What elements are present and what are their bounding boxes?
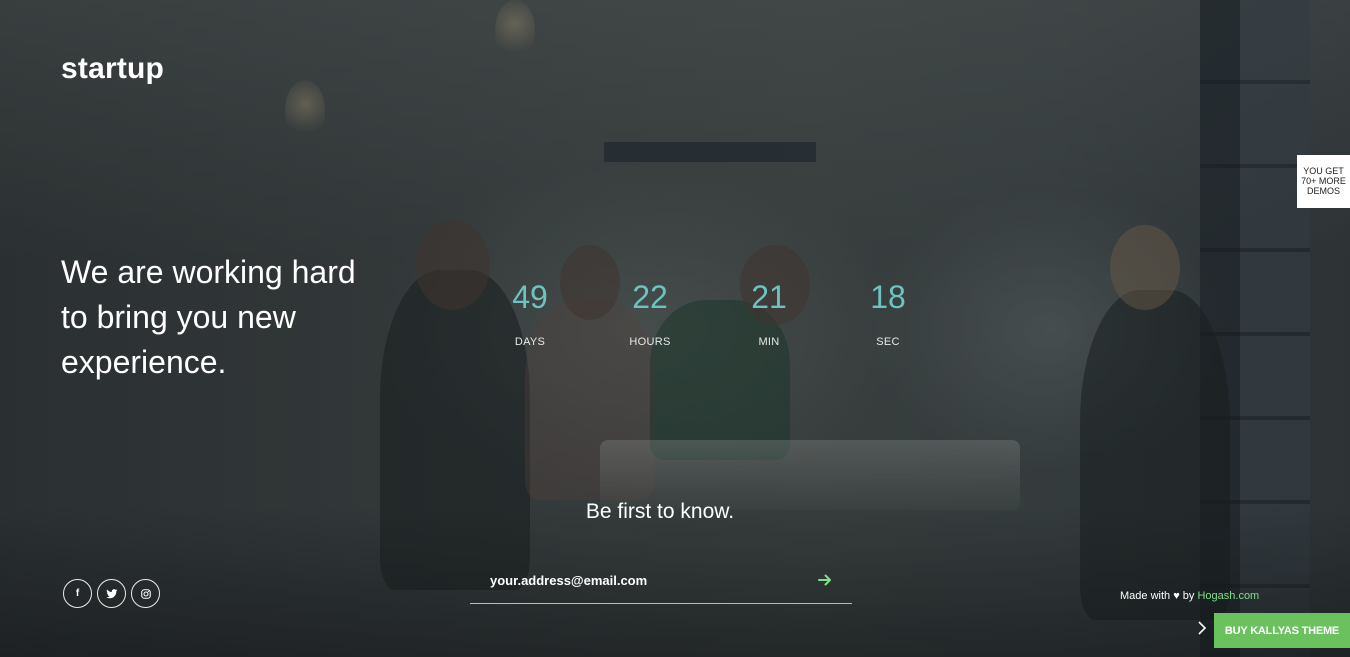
subscribe-tagline: Be first to know. — [585, 500, 735, 523]
social-links: f — [63, 579, 160, 608]
countdown-value: 49 — [512, 279, 548, 315]
instagram-glyph-icon — [140, 588, 151, 599]
chevron-right-icon[interactable] — [1197, 620, 1213, 640]
countdown-value: 21 — [751, 279, 787, 315]
countdown-hours: 22 HOURS — [590, 278, 710, 348]
countdown-seconds: 18 SEC — [828, 278, 948, 348]
demos-line: YOU GET — [1303, 166, 1344, 176]
facebook-icon[interactable]: f — [63, 579, 92, 608]
subscribe-form — [470, 565, 852, 604]
hero-headline: We are working hard to bring you new exp… — [61, 250, 391, 385]
made-with-credit: Made with ♥ by Hogash.com — [1120, 590, 1259, 602]
buy-theme-button[interactable]: BUY KALLYAS THEME — [1214, 613, 1350, 648]
made-with-text: Made with ♥ by — [1120, 590, 1195, 602]
email-input[interactable] — [488, 572, 812, 589]
countdown-label: SEC — [876, 336, 900, 348]
countdown-minutes: 21 MIN — [709, 278, 829, 348]
countdown-label: HOURS — [629, 336, 671, 348]
countdown-value: 22 — [632, 279, 668, 315]
more-demos-badge[interactable]: YOU GET 70+ MORE DEMOS — [1297, 155, 1350, 208]
arrow-right-icon — [818, 574, 831, 585]
countdown-label: MIN — [758, 336, 780, 348]
headline-line: to bring you new — [61, 299, 296, 335]
instagram-icon[interactable] — [131, 579, 160, 608]
subscribe-submit-button[interactable] — [814, 571, 836, 593]
site-logo[interactable]: startup — [61, 52, 164, 86]
demos-line: DEMOS — [1306, 186, 1340, 196]
countdown-days: 49 DAYS — [470, 278, 590, 348]
headline-line: We are working hard — [61, 254, 356, 290]
countdown-value: 18 — [870, 279, 906, 315]
headline-line: experience. — [61, 344, 227, 380]
demos-line: 70+ MORE — [1301, 176, 1346, 186]
countdown-label: DAYS — [514, 336, 546, 348]
twitter-icon[interactable] — [97, 579, 126, 608]
hogash-link[interactable]: Hogash.com — [1197, 590, 1259, 602]
twitter-bird-icon — [105, 588, 117, 598]
